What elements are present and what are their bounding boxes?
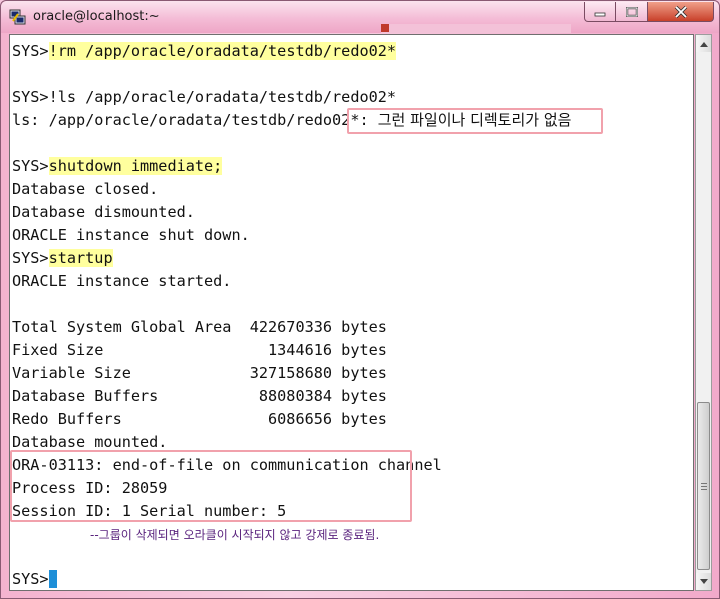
terminal-line: ORACLE instance shut down. bbox=[12, 226, 250, 244]
title-bar[interactable]: oracle@localhost:~ bbox=[1, 1, 719, 33]
maximize-icon bbox=[625, 6, 638, 17]
terminal-screen[interactable]: SYS>!rm /app/oracle/oradata/testdb/redo0… bbox=[9, 34, 694, 591]
terminal-line: ORACLE instance started. bbox=[12, 272, 232, 290]
highlighted-command: !rm /app/oracle/oradata/testdb/redo02* bbox=[48, 42, 397, 60]
annotation-box-ls-error bbox=[347, 108, 603, 134]
terminal-line: SYS>startup bbox=[12, 249, 113, 267]
prompt: SYS> bbox=[12, 42, 49, 60]
vertical-scrollbar[interactable] bbox=[695, 34, 712, 591]
minimize-icon bbox=[594, 12, 606, 16]
terminal-line[interactable]: SYS> bbox=[12, 570, 57, 588]
arrow-down-icon bbox=[699, 578, 708, 584]
final-prompt: SYS> bbox=[12, 570, 49, 588]
terminal-line: Database mounted. bbox=[12, 433, 168, 451]
ls-error-prefix: ls: /app/oracle/oradata/testdb/redo02*: bbox=[12, 111, 378, 129]
terminal-line: Database dismounted. bbox=[12, 203, 195, 221]
close-icon bbox=[674, 5, 687, 18]
terminal-line: SYS>!rm /app/oracle/oradata/testdb/redo0… bbox=[12, 42, 397, 60]
highlighted-command: shutdown immediate; bbox=[48, 157, 223, 175]
terminal-line: Redo Buffers 6086656 bytes bbox=[12, 410, 387, 428]
terminal-line: Database Buffers 88080384 bytes bbox=[12, 387, 387, 405]
terminal-line: SYS>shutdown immediate; bbox=[12, 157, 223, 175]
text-cursor bbox=[48, 570, 57, 588]
scroll-up-button[interactable] bbox=[696, 35, 711, 52]
arrow-up-icon bbox=[699, 41, 708, 47]
prompt: SYS> bbox=[12, 157, 49, 175]
window-title: oracle@localhost:~ bbox=[33, 9, 160, 24]
terminal-line: SYS>!ls /app/oracle/oradata/testdb/redo0… bbox=[12, 88, 397, 106]
maximize-button[interactable] bbox=[616, 2, 648, 22]
background-window-peek bbox=[381, 19, 571, 33]
minimize-button[interactable] bbox=[584, 2, 616, 22]
annotation-box-ora-error bbox=[10, 450, 412, 522]
terminal-line: Database closed. bbox=[12, 180, 159, 198]
annotation-note: --그룹이 삭제되면 오라클이 시작되지 않고 강제로 종료됨. bbox=[90, 528, 380, 542]
close-button[interactable] bbox=[648, 2, 714, 22]
scroll-down-button[interactable] bbox=[696, 573, 711, 590]
scrollbar-thumb[interactable] bbox=[697, 402, 710, 570]
terminal-line: Fixed Size 1344616 bytes bbox=[12, 341, 387, 359]
terminal-line: Total System Global Area 422670336 bytes bbox=[12, 318, 387, 336]
terminal-window: oracle@localhost:~ SYS>!rm /app/oracle/o… bbox=[0, 0, 720, 599]
terminal-line: Variable Size 327158680 bytes bbox=[12, 364, 387, 382]
highlighted-command: startup bbox=[48, 249, 113, 267]
putty-icon[interactable] bbox=[9, 8, 27, 26]
prompt: SYS> bbox=[12, 249, 49, 267]
